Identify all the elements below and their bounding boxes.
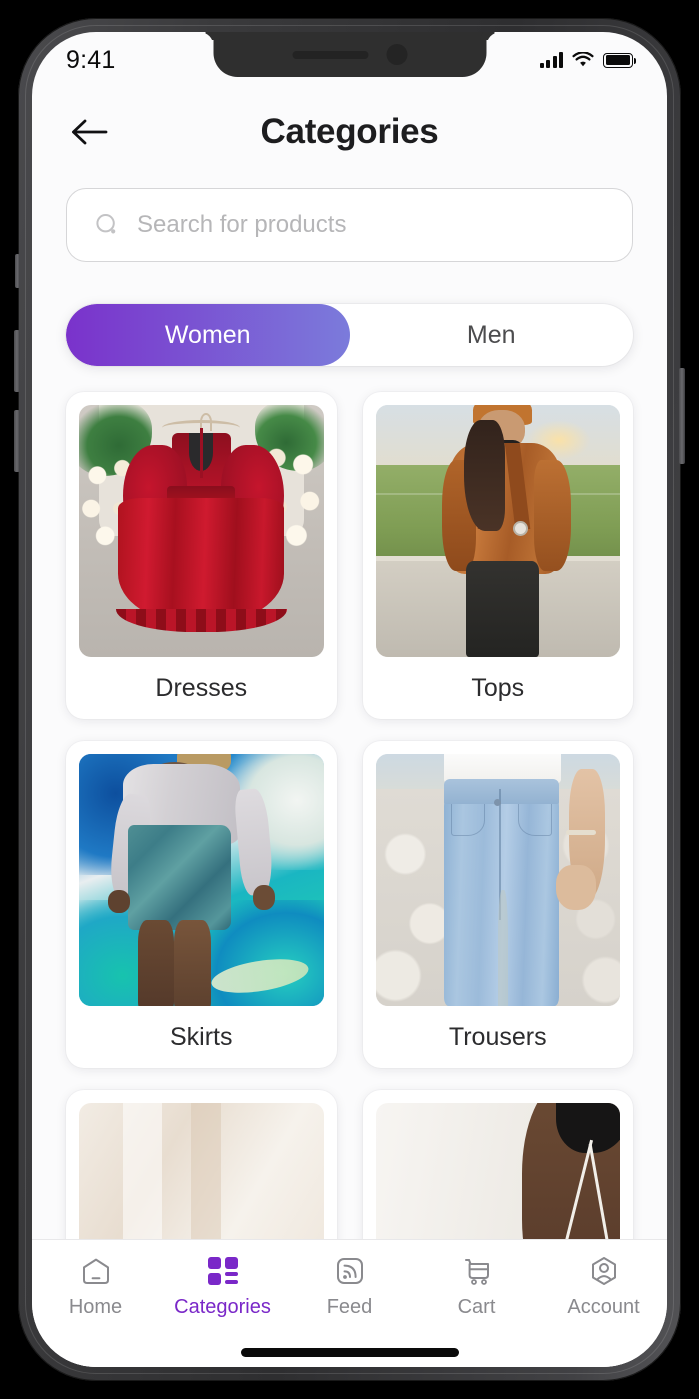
category-card-skirts[interactable]: Skirts [66,741,337,1068]
nav-label: Cart [457,1296,496,1318]
gender-segment-section: Women Men [32,262,667,366]
home-indicator[interactable] [240,1348,459,1357]
status-icons [539,52,637,68]
segment-tab-women[interactable]: Women [66,304,350,366]
wifi-icon [572,52,594,67]
grid-icon [207,1254,238,1288]
skirts-photo [79,754,324,1006]
tops-photo [375,405,620,657]
category-scroll-area[interactable]: Dresses Tops Skirts Trousers [32,366,667,1367]
nav-item-cart[interactable]: Cart [413,1254,540,1317]
volume-down-button[interactable] [14,410,20,472]
segment-tab-men-label: Men [466,320,516,349]
category-card-trousers[interactable]: Trousers [362,741,633,1068]
nav-label: Home [68,1296,123,1318]
signal-icon [539,52,563,68]
mute-switch-button[interactable] [15,254,20,288]
status-bar: 9:41 [32,32,667,84]
back-button[interactable] [66,109,112,155]
category-card-dresses[interactable]: Dresses [66,392,337,719]
app-header: Categories [32,84,667,180]
cart-icon [461,1254,493,1288]
search-icon [96,214,116,234]
phone-screen: 9:41 Categories Search for products Wome… [32,32,667,1367]
category-card-tops[interactable]: Tops [362,392,633,719]
phone-device-frame: 9:41 Categories Search for products Wome… [14,18,685,1381]
battery-icon [603,52,637,68]
gender-segmented-control: Women Men [66,304,633,366]
category-label: Tops [471,674,525,702]
page-title: Categories [260,112,439,151]
app-content: Categories Women Men [32,32,667,1367]
nav-label: Feed [326,1296,373,1318]
dresses-photo [79,405,324,657]
user-icon [588,1254,620,1288]
status-time: 9:41 [66,45,116,74]
nav-item-categories[interactable]: Categories [159,1254,286,1317]
arrow-left-icon [72,119,108,145]
category-label: Skirts [170,1023,233,1051]
category-label: Dresses [155,674,248,702]
search-section [32,180,667,262]
power-button[interactable] [679,368,685,464]
nav-item-feed[interactable]: Feed [286,1254,413,1317]
nav-item-home[interactable]: Home [32,1254,159,1317]
volume-up-button[interactable] [14,330,20,392]
category-label: Trousers [448,1023,547,1051]
segment-tab-men[interactable]: Men [350,304,634,366]
segment-tab-women-label: Women [164,320,251,349]
nav-item-account[interactable]: Account [540,1254,667,1317]
search-box[interactable] [66,188,633,262]
search-input[interactable] [137,211,606,239]
trousers-photo [375,754,620,1006]
nav-label: Account [567,1296,640,1318]
nav-label: Categories [174,1296,271,1318]
rss-icon [334,1254,366,1288]
home-icon [80,1254,112,1288]
category-grid: Dresses Tops Skirts Trousers [66,392,633,1367]
